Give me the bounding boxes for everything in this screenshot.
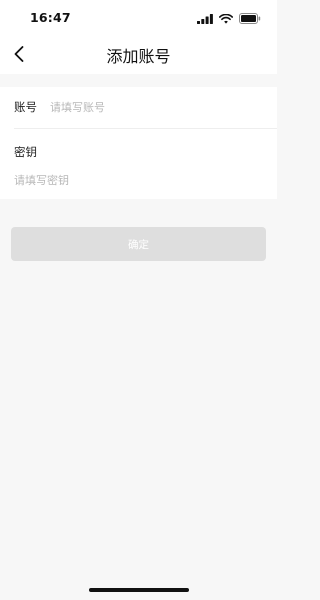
account-row: 账号 xyxy=(0,87,277,127)
status-icons xyxy=(197,12,261,24)
navigation-bar: 添加账号 xyxy=(0,34,277,74)
add-account-form: 账号 密钥 xyxy=(0,87,277,199)
status-time: 16:47 xyxy=(30,10,71,25)
row-divider xyxy=(14,128,277,129)
wifi-icon xyxy=(219,9,233,28)
account-label: 账号 xyxy=(14,100,37,114)
battery-icon xyxy=(239,9,261,28)
secret-key-label: 密钥 xyxy=(14,145,37,159)
home-indicator xyxy=(89,588,189,592)
confirm-button[interactable]: 确定 xyxy=(11,227,266,261)
page-title: 添加账号 xyxy=(106,47,171,66)
status-bar: 16:47 xyxy=(0,0,277,34)
account-input[interactable] xyxy=(46,96,269,118)
secret-key-input[interactable] xyxy=(10,169,273,191)
cellular-signal-icon xyxy=(197,9,213,28)
